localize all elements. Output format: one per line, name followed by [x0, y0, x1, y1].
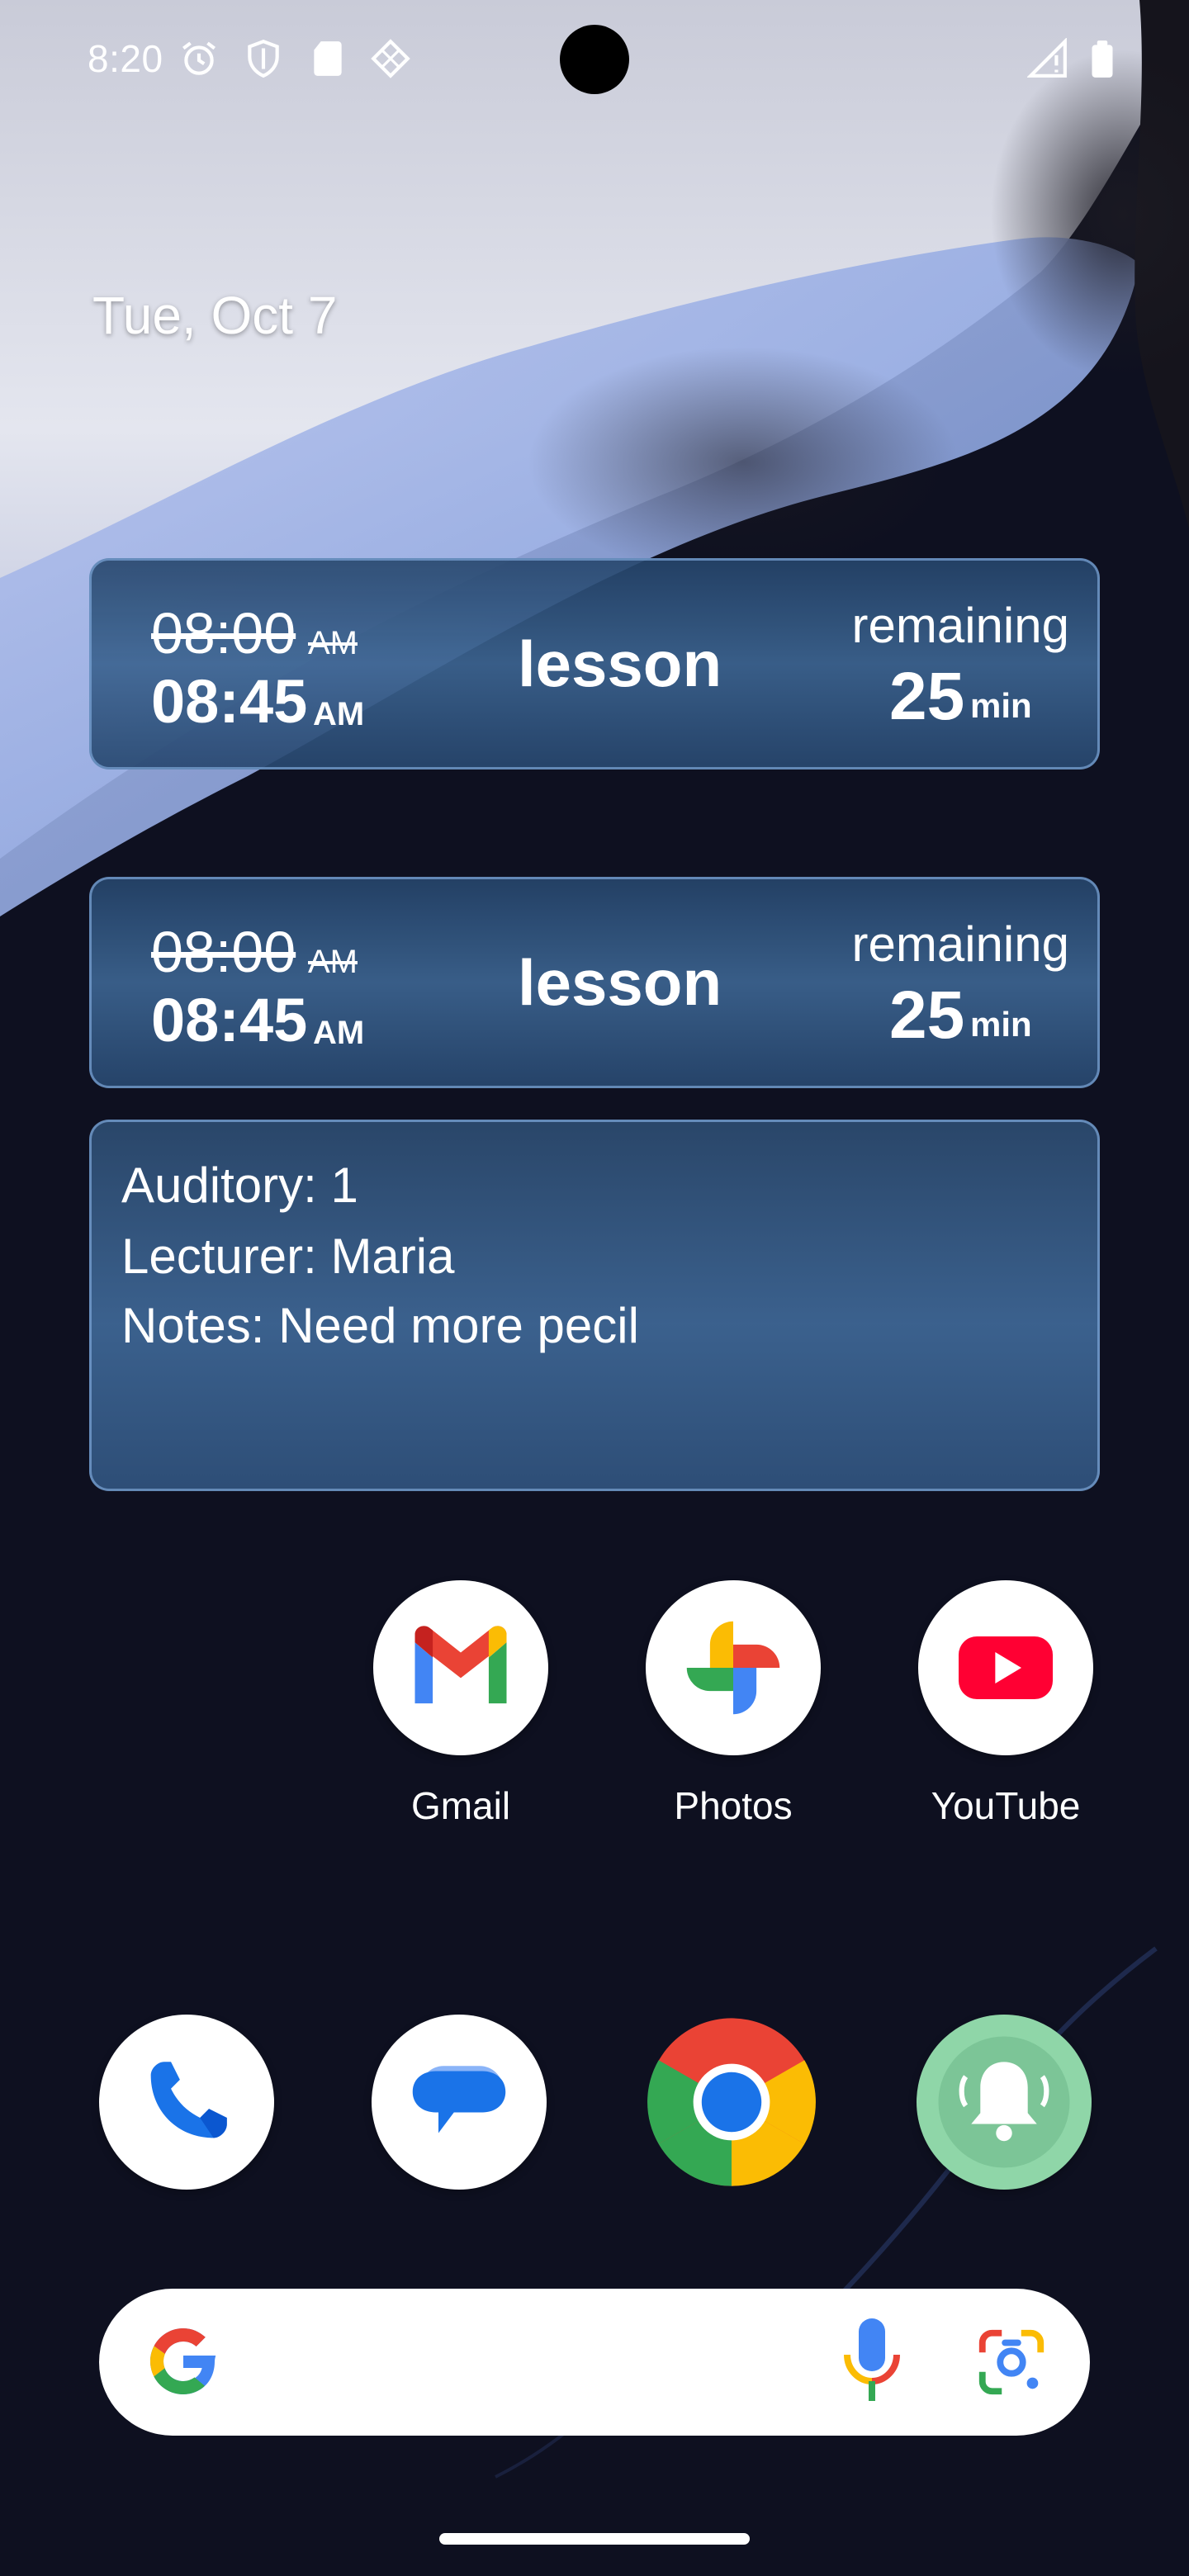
end-time-suffix: AM — [313, 1015, 365, 1051]
gmail-app[interactable] — [373, 1580, 548, 1755]
shield-icon — [248, 39, 279, 78]
youtube-label: YouTube — [931, 1784, 1081, 1827]
schedule-widget[interactable]: 08:00 AM 08:45 AM lesson remaining 25 mi… — [89, 558, 1100, 769]
gmail-icon — [414, 1626, 507, 1704]
lecturer-text: Lecturer: Maria — [121, 1229, 455, 1284]
remaining-label: remaining — [851, 916, 1069, 972]
notes-text: Notes: Need more pecil — [121, 1298, 639, 1353]
start-time-suffix: AM — [308, 625, 358, 661]
remaining-unit: min — [970, 686, 1032, 725]
photos-app[interactable] — [646, 1580, 821, 1755]
battery-icon — [1092, 40, 1113, 78]
start-time: 08:00 — [151, 601, 296, 665]
date-widget[interactable]: Tue, Oct 7 — [92, 285, 337, 346]
phone-app[interactable] — [99, 2015, 274, 2190]
chrome-app[interactable] — [644, 2015, 819, 2190]
end-time: 08:45 — [151, 667, 308, 736]
diamond-grid-icon — [371, 39, 410, 78]
end-time-suffix: AM — [313, 696, 365, 732]
bell-app[interactable] — [917, 2015, 1092, 2190]
event-title: lesson — [518, 627, 722, 700]
camera-cutout — [560, 25, 629, 94]
auditory-text: Auditory: 1 — [121, 1158, 358, 1213]
remaining-value: 25 — [889, 978, 965, 1053]
youtube-icon — [959, 1636, 1053, 1699]
google-search-bar[interactable] — [99, 2289, 1090, 2436]
navigation-handle[interactable] — [439, 2533, 750, 2545]
event-title: lesson — [518, 946, 722, 1019]
status-time: 8:20 — [88, 37, 163, 80]
youtube-app[interactable] — [918, 1580, 1093, 1755]
gmail-label: Gmail — [410, 1784, 511, 1827]
google-g-icon — [150, 2328, 216, 2394]
sd-card-icon — [314, 41, 342, 76]
start-time: 08:00 — [151, 920, 296, 984]
status-bar: 8:20 — [0, 0, 1189, 116]
bell-app-icon — [938, 2036, 1070, 2168]
messages-app[interactable] — [372, 2015, 547, 2190]
lens-icon[interactable] — [973, 2323, 1050, 2401]
end-time: 08:45 — [151, 986, 308, 1054]
messages-icon — [412, 2066, 506, 2133]
phone-icon — [150, 2062, 227, 2138]
home-screen: 8:20 Tue, Oct 7 08:00 AM 08:45 AM lesson… — [0, 0, 1189, 2576]
alarm-icon — [182, 41, 216, 75]
remaining-label: remaining — [851, 598, 1069, 653]
signal-icon — [1027, 38, 1067, 78]
remaining-unit: min — [970, 1005, 1032, 1044]
remaining-value: 25 — [889, 659, 965, 734]
microphone-icon[interactable] — [839, 2315, 905, 2408]
photos-icon — [686, 1621, 780, 1715]
details-widget[interactable]: Auditory: 1 Lecturer: Maria Notes: Need … — [89, 1120, 1100, 1491]
chrome-icon — [647, 2018, 816, 2186]
schedule-widget[interactable]: 08:00 AM 08:45 AM lesson remaining 25 mi… — [89, 877, 1100, 1088]
start-time-suffix: AM — [308, 944, 358, 980]
photos-label: Photos — [674, 1784, 793, 1827]
